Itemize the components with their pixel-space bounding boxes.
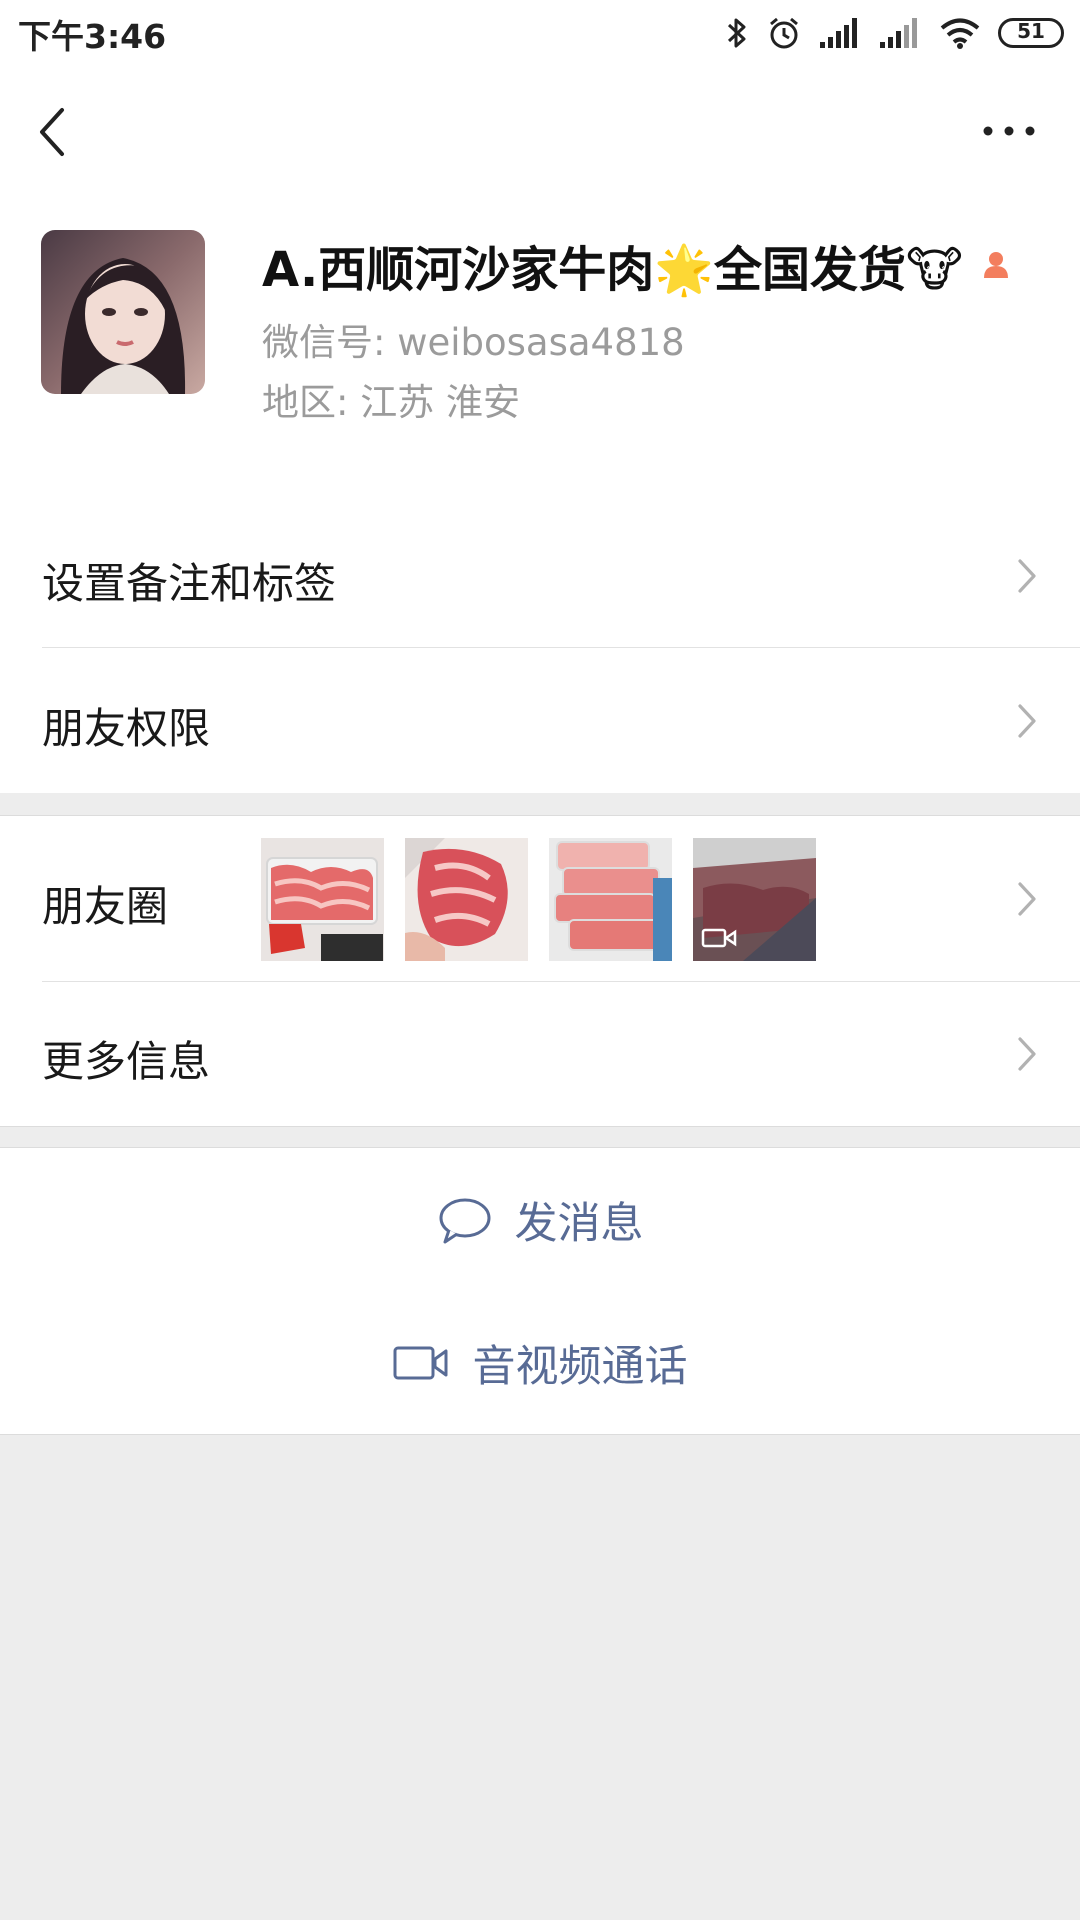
video-call-label: 音视频通话 — [472, 1341, 688, 1392]
bluetooth-icon — [727, 18, 746, 48]
remark-tags-row[interactable]: 设置备注和标签 — [0, 504, 1080, 648]
more-button[interactable] — [974, 106, 1044, 156]
moments-label: 朋友圈 — [42, 882, 169, 931]
settings-group: 设置备注和标签 朋友权限 — [0, 504, 1080, 793]
friend-permissions-label: 朋友权限 — [42, 704, 211, 753]
send-message-button[interactable]: 发消息 — [0, 1147, 1080, 1292]
battery-icon: 51 — [998, 18, 1064, 48]
friend-permissions-row[interactable]: 朋友权限 — [0, 649, 1080, 793]
female-icon — [983, 252, 1008, 278]
status-icons: 51 — [726, 12, 1064, 54]
signal-icon — [820, 18, 857, 48]
moment-photo-2[interactable] — [405, 838, 528, 961]
wifi-icon — [940, 18, 980, 49]
chevron-left-icon — [40, 108, 64, 156]
battery-level: 51 — [1017, 19, 1045, 43]
chat-bubble-icon — [439, 1198, 490, 1243]
back-button[interactable] — [28, 96, 88, 166]
moments-thumbnails — [261, 838, 821, 961]
more-info-row[interactable]: 更多信息 — [0, 982, 1080, 1126]
avatar[interactable] — [41, 230, 205, 394]
moments-row[interactable]: 朋友圈 — [0, 816, 1080, 982]
chevron-right-icon — [1018, 704, 1036, 738]
contact-name: A.西顺河沙家牛肉🌟全国发货🐮 — [262, 242, 963, 298]
moment-photo-3[interactable] — [549, 838, 672, 961]
moment-video-4[interactable] — [693, 838, 816, 961]
moments-group: 朋友圈 更多信息 — [0, 815, 1080, 1127]
divider — [42, 647, 1080, 648]
more-info-label: 更多信息 — [42, 1037, 211, 1086]
remark-tags-label: 设置备注和标签 — [42, 559, 337, 608]
alarm-icon — [770, 17, 798, 49]
video-call-button[interactable]: 音视频通话 — [0, 1291, 1080, 1435]
video-camera-icon — [393, 1346, 447, 1379]
chevron-right-icon — [1018, 882, 1036, 916]
status-time: 下午3:46 — [18, 17, 167, 56]
region: 地区: 江苏 淮安 — [262, 381, 520, 424]
signal-icon-2 — [880, 18, 917, 48]
name-row: A.西顺河沙家牛肉🌟全国发货🐮 — [262, 230, 1013, 300]
status-bar: 下午3:46 51 — [0, 0, 1080, 66]
more-dots-icon — [983, 126, 1035, 136]
chevron-right-icon — [1018, 559, 1036, 593]
nav-bar — [0, 66, 1080, 196]
send-message-label: 发消息 — [514, 1198, 644, 1249]
moment-photo-1[interactable] — [261, 838, 384, 961]
chevron-right-icon — [1018, 1037, 1036, 1071]
wechat-id: 微信号: weibosasa4818 — [262, 321, 685, 364]
profile-header: A.西顺河沙家牛肉🌟全国发货🐮 微信号: weibosasa4818 地区: 江… — [0, 196, 1080, 505]
